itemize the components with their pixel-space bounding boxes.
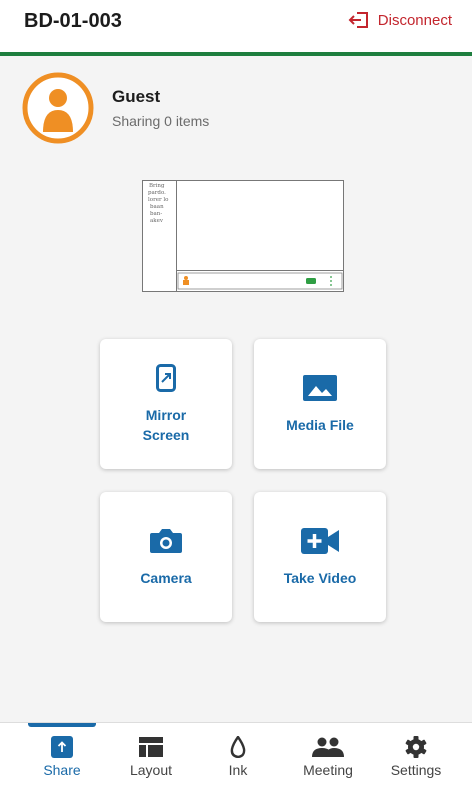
camera-icon bbox=[149, 526, 183, 556]
people-icon bbox=[312, 735, 344, 759]
tab-layout-label: Layout bbox=[129, 762, 173, 778]
layout-grid-icon bbox=[139, 735, 163, 759]
bottom-tab-bar: Share Layout Ink Meeting Settings bbox=[0, 722, 472, 785]
user-icon bbox=[22, 72, 94, 144]
image-icon bbox=[303, 373, 337, 403]
user-name: Guest bbox=[112, 87, 161, 106]
tab-settings[interactable]: Settings bbox=[376, 735, 456, 778]
disconnect-button[interactable]: Disconnect bbox=[348, 11, 452, 29]
mirror-screen-button[interactable]: Mirror Screen bbox=[100, 339, 232, 469]
ink-drop-icon bbox=[230, 735, 246, 759]
sharing-status: Sharing 0 items bbox=[112, 113, 210, 129]
tab-meeting-label: Meeting bbox=[303, 762, 353, 778]
tab-layout[interactable]: Layout bbox=[111, 735, 191, 778]
user-card: Guest Sharing 0 items bbox=[22, 72, 209, 144]
media-file-label: Media File bbox=[286, 417, 354, 433]
camera-button[interactable]: Camera bbox=[100, 492, 232, 622]
preview-sidebar-line: pardo. bbox=[148, 190, 166, 196]
upload-icon bbox=[51, 735, 73, 759]
top-bar: BD-01-003 Disconnect bbox=[0, 0, 472, 56]
preview-sidebar-line: Bring bbox=[149, 183, 165, 189]
camera-label: Camera bbox=[140, 570, 192, 586]
exit-icon bbox=[348, 11, 370, 29]
tab-ink-label: Ink bbox=[228, 762, 248, 778]
disconnect-label: Disconnect bbox=[377, 11, 452, 29]
tab-share-label: Share bbox=[43, 762, 81, 778]
video-add-icon bbox=[301, 526, 339, 556]
mirror-screen-label: Mirror Screen bbox=[142, 407, 190, 443]
take-video-button[interactable]: Take Video bbox=[254, 492, 386, 622]
gear-icon bbox=[405, 735, 427, 759]
preview-sidebar-line: baan bbox=[150, 204, 164, 210]
preview-status-icon bbox=[306, 278, 316, 284]
avatar bbox=[22, 72, 94, 144]
take-video-label: Take Video bbox=[283, 570, 357, 586]
tab-ink[interactable]: Ink bbox=[198, 735, 278, 778]
tab-settings-label: Settings bbox=[390, 762, 442, 778]
layout-preview[interactable]: Bring pardo. lorer lo baan ban- akev bbox=[142, 180, 344, 292]
tab-meeting[interactable]: Meeting bbox=[288, 735, 368, 778]
preview-menu-icon bbox=[330, 276, 332, 286]
active-tab-indicator bbox=[28, 723, 96, 727]
device-name: BD-01-003 bbox=[24, 10, 122, 32]
preview-sidebar-line: ban- bbox=[150, 211, 162, 217]
mirror-screen-icon bbox=[156, 363, 176, 393]
preview-sidebar-line: lorer lo bbox=[148, 197, 169, 203]
tab-share[interactable]: Share bbox=[22, 735, 102, 778]
preview-sidebar-line: akev bbox=[150, 218, 164, 224]
media-file-button[interactable]: Media File bbox=[254, 339, 386, 469]
